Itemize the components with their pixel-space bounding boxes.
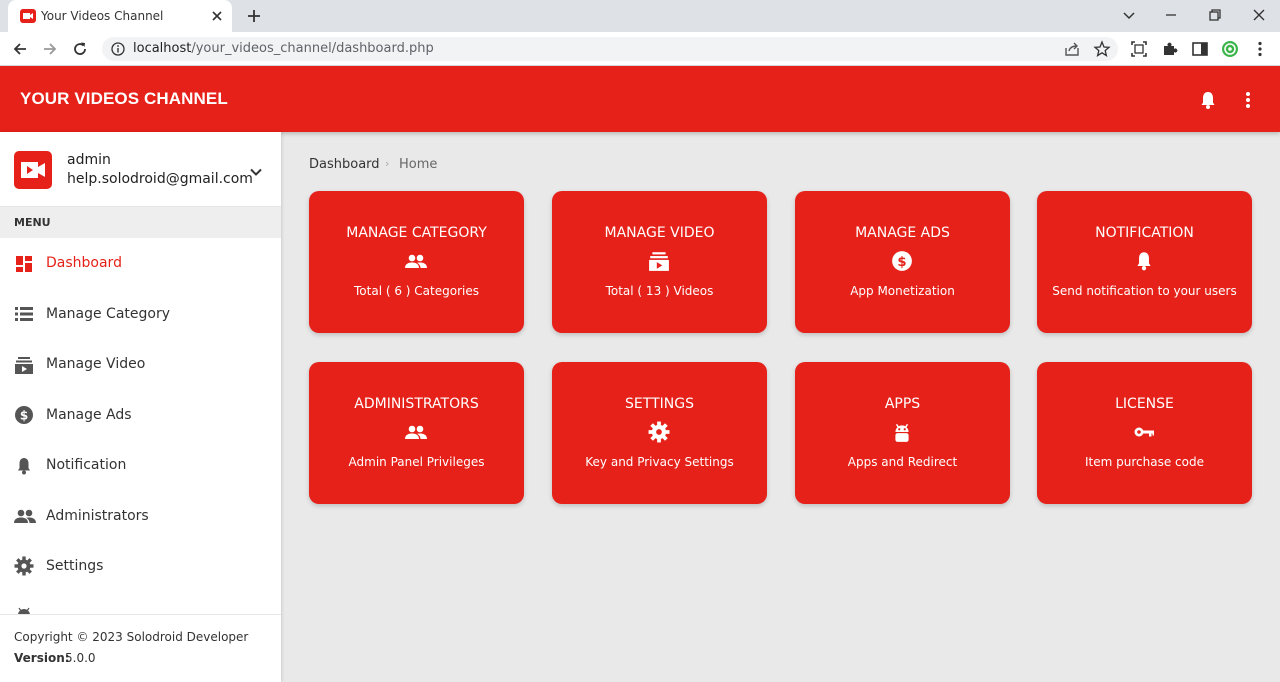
- side-panel-icon[interactable]: [1190, 39, 1210, 59]
- url-path: /your_videos_channel/dashboard.php: [191, 41, 434, 56]
- sidebar-item-label: Manage Ads: [46, 407, 132, 423]
- more-vert-icon[interactable]: [1238, 89, 1258, 111]
- card-subtitle: Admin Panel Privileges: [348, 455, 485, 469]
- breadcrumb-separator-icon: ›: [385, 157, 390, 170]
- sidebar-item-label: Dashboard: [46, 255, 122, 271]
- card-manage-ads[interactable]: MANAGE ADS $ App Monetization: [795, 191, 1010, 333]
- extensions-puzzle-icon[interactable]: [1160, 39, 1180, 59]
- people-icon: [405, 250, 427, 272]
- card-subtitle: Total ( 6 ) Categories: [354, 284, 479, 298]
- tab-title: Your Videos Channel: [41, 9, 164, 23]
- svg-text:$: $: [897, 255, 906, 270]
- bell-icon: [14, 456, 34, 476]
- profile-avatar-icon[interactable]: [1220, 39, 1240, 59]
- sidebar-item-settings[interactable]: Settings: [0, 541, 281, 591]
- card-notification[interactable]: NOTIFICATION Send notification to your u…: [1037, 191, 1252, 333]
- dollar-icon: $: [14, 405, 34, 425]
- dashboard-icon: [14, 254, 34, 274]
- tab-close-icon[interactable]: [208, 7, 226, 25]
- gear-icon: [14, 556, 34, 576]
- breadcrumb-home: Home: [399, 157, 438, 172]
- video-library-icon: [648, 250, 670, 272]
- share-icon[interactable]: [1062, 39, 1082, 59]
- url-text[interactable]: localhost/your_videos_channel/dashboard.…: [133, 41, 434, 56]
- sidebar-footer: [0, 614, 281, 682]
- card-subtitle: Key and Privacy Settings: [585, 455, 734, 469]
- card-title: SETTINGS: [625, 396, 694, 412]
- sidebar-item-manage-video[interactable]: Manage Video: [0, 339, 281, 389]
- avatar: [14, 151, 52, 189]
- android-icon: [891, 421, 913, 443]
- minimize-icon[interactable]: [1160, 4, 1182, 26]
- browser-tab[interactable]: Your Videos Channel: [8, 0, 232, 32]
- card-title: MANAGE CATEGORY: [346, 225, 487, 241]
- sidebar-item-label: Settings: [46, 558, 104, 574]
- back-arrow-icon[interactable]: [10, 39, 30, 59]
- card-title: ADMINISTRATORS: [354, 396, 479, 412]
- card-license[interactable]: LICENSE Item purchase code: [1037, 362, 1252, 504]
- menu-header-label: MENU: [14, 216, 51, 229]
- app-title[interactable]: YOUR VIDEOS CHANNEL: [20, 89, 228, 109]
- bell-icon[interactable]: [1197, 89, 1219, 111]
- new-tab-icon[interactable]: [244, 6, 264, 26]
- card-settings[interactable]: SETTINGS Key and Privacy Settings: [552, 362, 767, 504]
- card-title: MANAGE ADS: [855, 225, 950, 241]
- breadcrumb-dashboard[interactable]: Dashboard: [309, 157, 380, 172]
- sidebar-item-administrators[interactable]: Administrators: [0, 491, 281, 541]
- version-value: 5.0.0: [65, 651, 96, 665]
- browser-menu-icon[interactable]: [1250, 39, 1270, 59]
- bell-icon: [1133, 250, 1155, 272]
- sidebar-item-notification[interactable]: Notification: [0, 440, 281, 490]
- video-library-icon: [14, 355, 34, 375]
- restore-icon[interactable]: [1204, 4, 1226, 26]
- list-icon: [14, 304, 34, 324]
- card-subtitle: Total ( 13 ) Videos: [605, 284, 714, 298]
- sidebar-item-manage-ads[interactable]: $ Manage Ads: [0, 390, 281, 440]
- card-subtitle: Send notification to your users: [1052, 284, 1237, 298]
- gear-icon: [648, 421, 670, 443]
- card-subtitle: Apps and Redirect: [847, 455, 958, 469]
- sidebar-item-manage-category[interactable]: Manage Category: [0, 289, 281, 339]
- close-window-icon[interactable]: [1248, 4, 1270, 26]
- card-title: LICENSE: [1115, 396, 1174, 412]
- card-title: MANAGE VIDEO: [604, 225, 715, 241]
- card-title: NOTIFICATION: [1095, 225, 1194, 241]
- dollar-icon: $: [891, 250, 913, 272]
- user-email: help.solodroid@gmail.com: [67, 171, 253, 187]
- version-label: Version:: [14, 651, 70, 665]
- key-icon: [1133, 421, 1155, 443]
- people-icon: [405, 421, 427, 443]
- sidebar-item-label: Notification: [46, 457, 127, 473]
- bookmark-star-icon[interactable]: [1092, 39, 1112, 59]
- card-subtitle: Item purchase code: [1085, 455, 1204, 469]
- url-host: localhost: [133, 41, 192, 56]
- card-subtitle: App Monetization: [850, 284, 955, 298]
- card-manage-category[interactable]: MANAGE CATEGORY Total ( 6 ) Categories: [309, 191, 524, 333]
- card-administrators[interactable]: ADMINISTRATORS Admin Panel Privileges: [309, 362, 524, 504]
- people-icon: [14, 506, 36, 526]
- forward-arrow-icon[interactable]: [40, 39, 60, 59]
- sidebar-item-label: Manage Category: [46, 306, 171, 322]
- copyright-text: Copyright © 2023 Solodroid Developer: [14, 630, 249, 644]
- svg-text:$: $: [20, 409, 28, 423]
- site-info-icon[interactable]: [110, 41, 126, 57]
- sidebar-item-label: Manage Video: [46, 356, 146, 372]
- card-title: APPS: [884, 396, 921, 412]
- sidebar-item-label: Administrators: [46, 508, 149, 524]
- reload-icon[interactable]: [70, 39, 90, 59]
- sidebar-item-dashboard[interactable]: Dashboard: [0, 238, 281, 288]
- screenshot-icon[interactable]: [1129, 39, 1149, 59]
- card-manage-video[interactable]: MANAGE VIDEO Total ( 13 ) Videos: [552, 191, 767, 333]
- tab-favicon-icon: [20, 9, 36, 23]
- user-name: admin: [67, 152, 111, 168]
- card-apps[interactable]: APPS Apps and Redirect: [795, 362, 1010, 504]
- chevron-down-icon[interactable]: [247, 163, 265, 181]
- tab-search-chevron-icon[interactable]: [1118, 4, 1140, 26]
- android-icon: [14, 605, 34, 614]
